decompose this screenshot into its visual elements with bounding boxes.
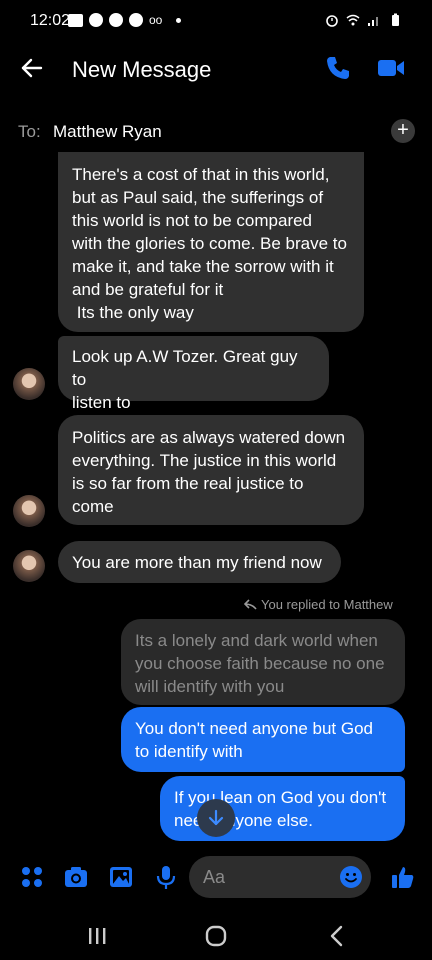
notification-icons: oo	[68, 13, 182, 27]
facebook-icon	[129, 13, 143, 27]
alarm-icon	[326, 15, 338, 27]
camera-icon[interactable]	[63, 864, 89, 890]
message-bubble-incoming[interactable]: Look up A.W Tozer. Great guy to listen t…	[58, 336, 329, 412]
back-nav-icon[interactable]	[322, 924, 352, 948]
voicemail-icon: oo	[149, 13, 163, 27]
message-line: Its a lonely and dark world when	[135, 631, 378, 650]
quoted-message-bubble[interactable]: Its a lonely and dark world when you cho…	[121, 619, 405, 705]
message-line: everything. The justice in this world	[72, 451, 337, 470]
arrow-down-icon	[208, 809, 224, 826]
message-line: this world is not to be compared	[72, 211, 313, 230]
message-input-placeholder: Aa	[203, 867, 226, 887]
thumbs-up-icon[interactable]	[390, 864, 416, 890]
message-input[interactable]: Aa	[189, 856, 371, 898]
page-title: New Message	[72, 57, 212, 82]
message-line: and be grateful for it	[72, 280, 224, 299]
status-time: 12:02	[30, 12, 71, 29]
messenger-icon-2	[109, 13, 123, 27]
scroll-to-bottom-button[interactable]	[197, 799, 235, 837]
message-line: but as Paul said, the sufferings of	[72, 188, 324, 207]
message-bubble-outgoing[interactable]: If you lean on God you don't need anyone…	[160, 776, 405, 841]
add-recipient-icon[interactable]: +	[391, 119, 415, 143]
message-line: Its the only way	[72, 303, 194, 322]
message-line: There's a cost of that in this world,	[72, 165, 330, 184]
avatar[interactable]	[13, 495, 45, 527]
system-navigation-bar	[0, 910, 432, 960]
reply-note-text: You replied to Matthew	[261, 597, 393, 612]
reply-arrow-icon	[244, 599, 257, 610]
recent-apps-icon[interactable]	[82, 924, 112, 948]
message-bubble-outgoing[interactable]: You don't need anyone but God to identif…	[121, 707, 405, 772]
composer-bar: Aa	[0, 852, 432, 902]
home-icon[interactable]	[201, 924, 231, 948]
message-line: make it, and take the sorrow with it	[72, 257, 334, 276]
wifi-icon	[346, 14, 360, 26]
battery-icon	[392, 13, 399, 26]
conversation-header: New Message	[0, 44, 432, 94]
phone-call-icon[interactable]	[324, 54, 352, 82]
apps-menu-icon[interactable]	[19, 864, 45, 890]
microphone-icon[interactable]	[153, 864, 179, 890]
recipient-name[interactable]: Matthew Ryan	[53, 122, 162, 142]
messenger-icon	[89, 13, 103, 27]
message-bubble-incoming[interactable]: You are more than my friend now	[58, 541, 341, 583]
reply-indicator: You replied to Matthew	[244, 597, 393, 612]
gallery-icon[interactable]	[108, 864, 134, 890]
more-notifications-dot	[176, 17, 182, 23]
message-line: you choose faith because no one	[135, 654, 385, 673]
message-line: is so far from the real justice to	[72, 474, 304, 493]
message-line: Politics are as always watered down	[72, 428, 346, 447]
message-line: You are more than my friend now	[72, 553, 322, 572]
recipient-row: To: Matthew Ryan +	[0, 110, 432, 154]
message-bubble-incoming[interactable]: Politics are as always watered down ever…	[58, 415, 364, 525]
message-bubble-incoming[interactable]: There's a cost of that in this world, bu…	[58, 152, 364, 332]
avatar[interactable]	[13, 368, 45, 400]
back-arrow-icon[interactable]	[18, 54, 46, 82]
to-label: To:	[18, 122, 41, 141]
message-notification-icon	[68, 13, 83, 27]
video-call-icon[interactable]	[376, 56, 406, 80]
message-line: with the glories to come. Be brave to	[72, 234, 347, 253]
message-line: listen to	[72, 393, 131, 412]
message-line: come	[72, 497, 114, 516]
emoji-icon[interactable]	[339, 865, 363, 889]
message-line: You don't need anyone but God	[135, 719, 373, 738]
avatar[interactable]	[13, 550, 45, 582]
message-line: Look up A.W Tozer. Great guy to	[72, 347, 298, 389]
system-icons	[325, 13, 402, 27]
message-line: to identify with	[135, 742, 243, 761]
signal-icon	[368, 17, 378, 26]
message-line: will identify with you	[135, 677, 285, 696]
status-bar: 12:02 oo	[0, 0, 432, 44]
